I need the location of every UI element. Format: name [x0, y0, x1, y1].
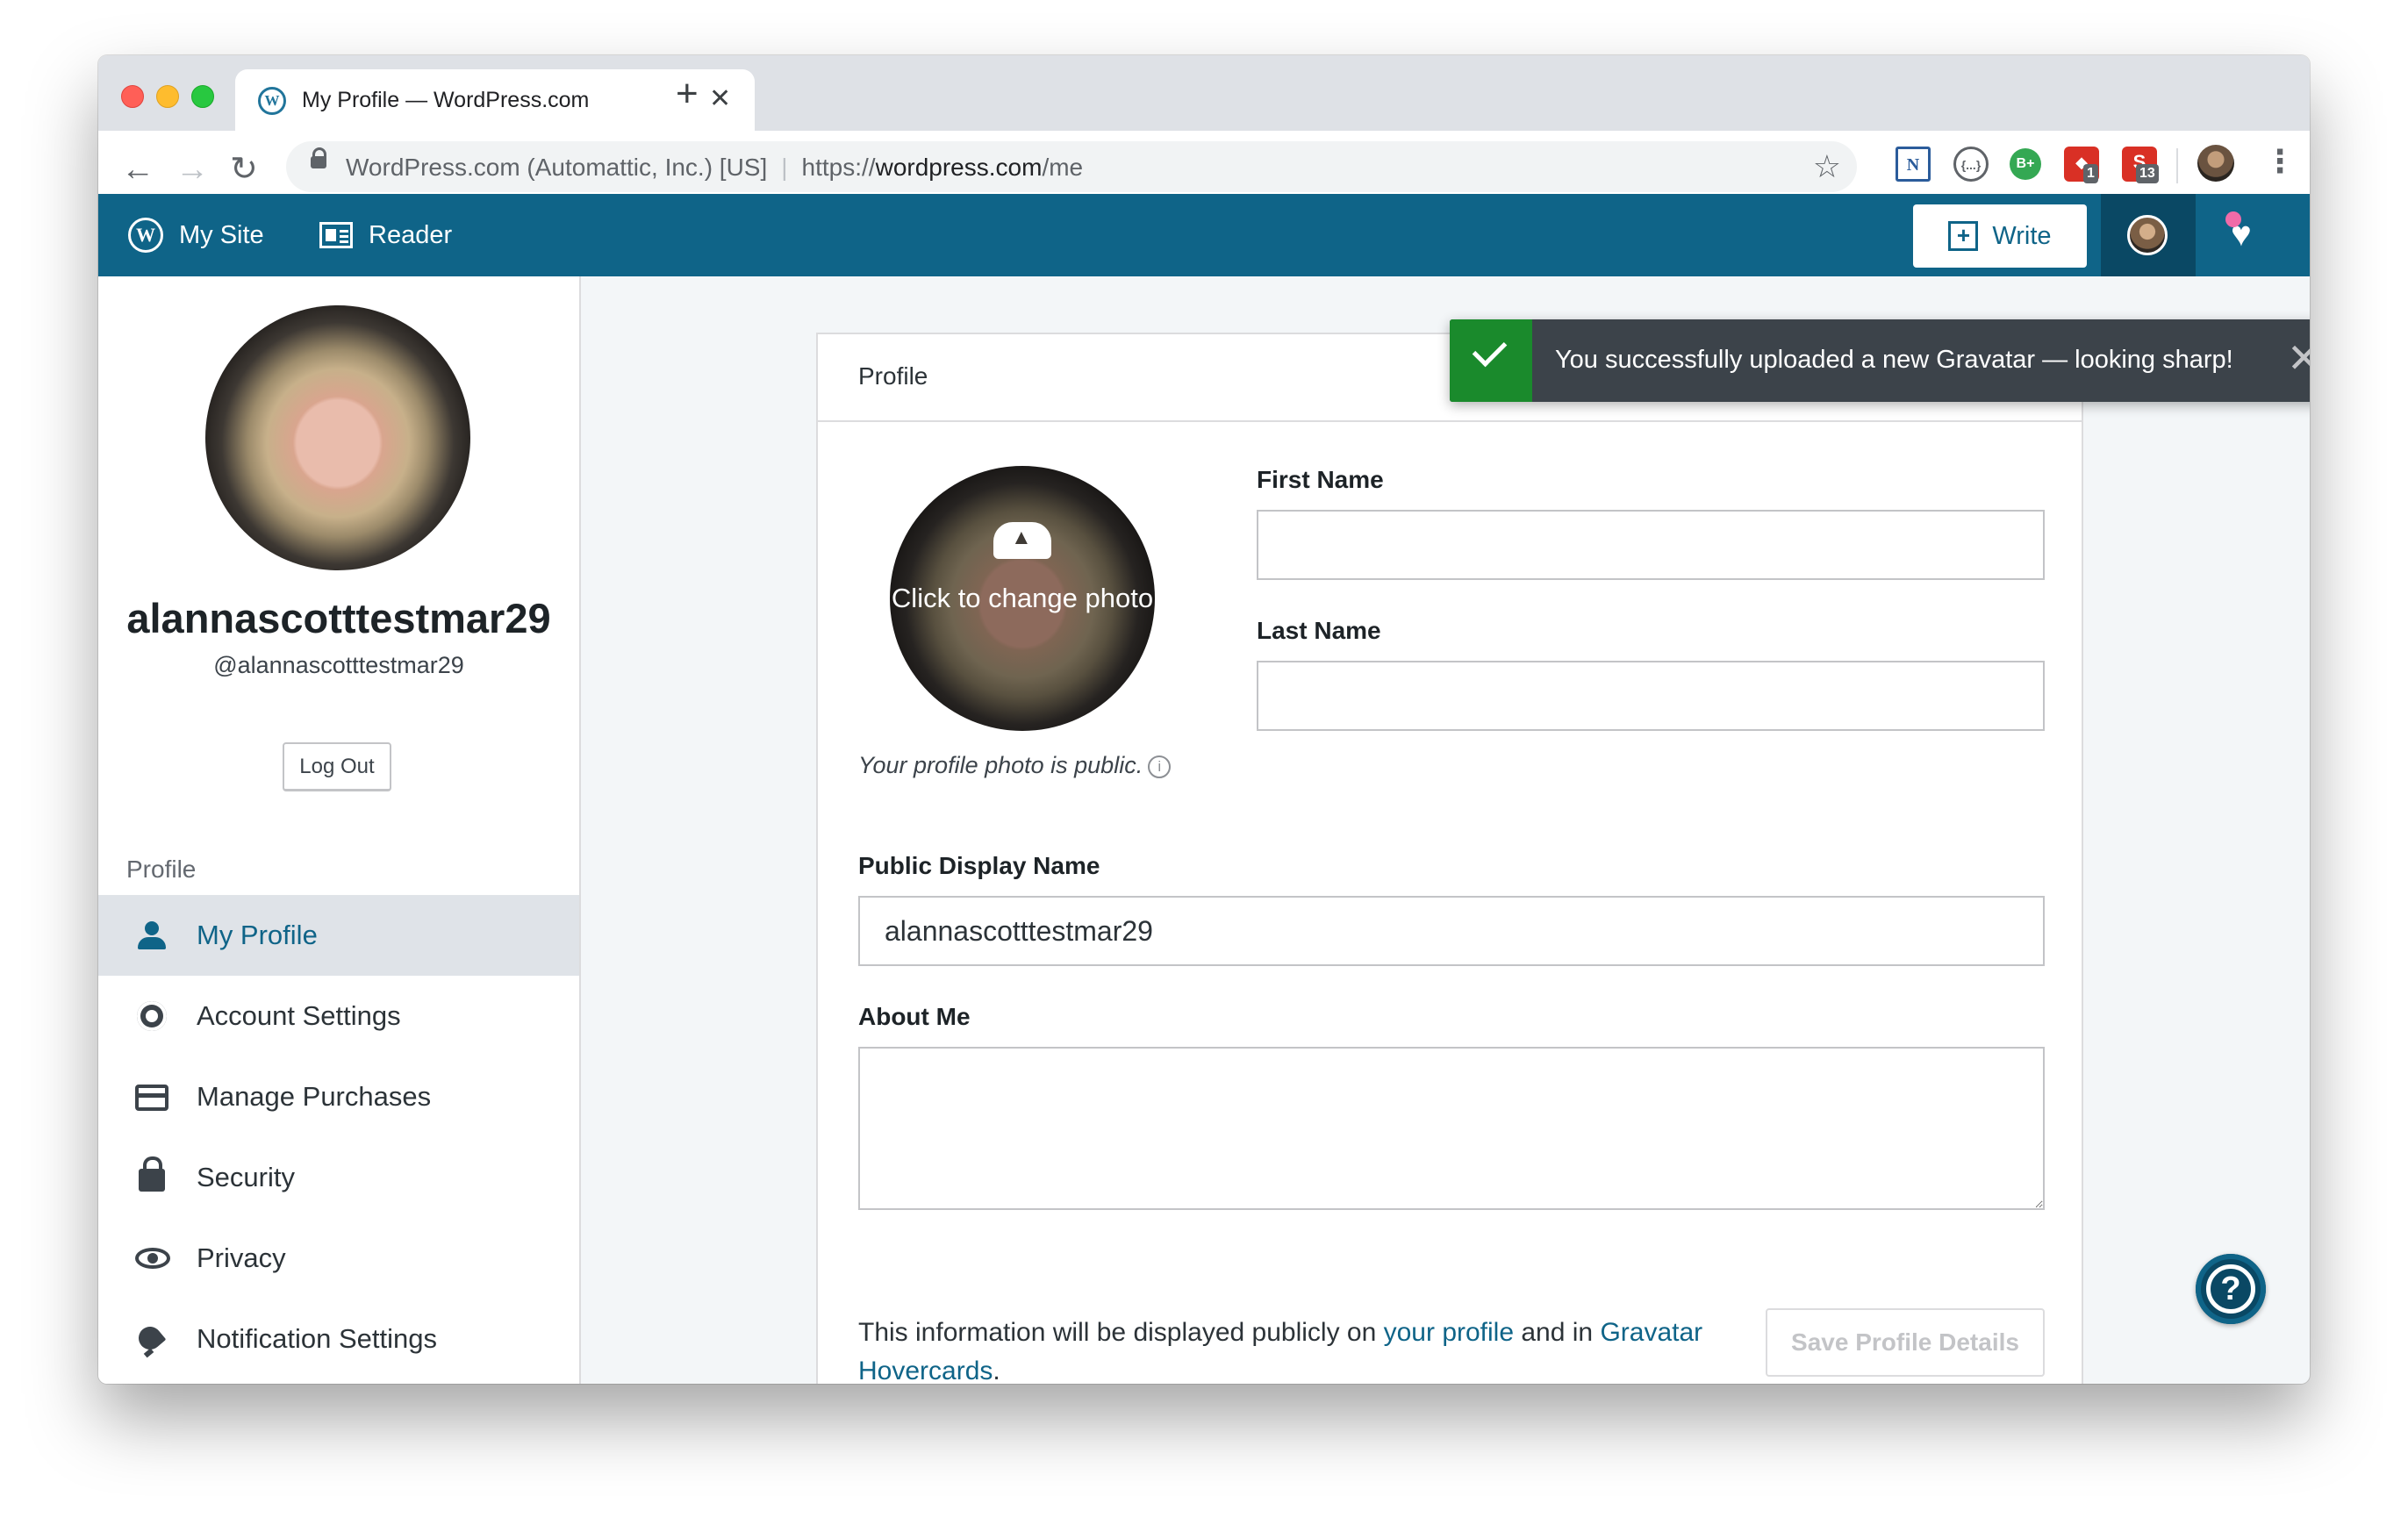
masterbar: W My Site Reader + Write ♥ — [98, 194, 2310, 276]
bookmark-star-icon[interactable]: ☆ — [1813, 148, 1841, 185]
tab-title: My Profile — WordPress.com — [302, 88, 590, 112]
url-scheme: https:// — [801, 154, 876, 181]
notice-close-icon[interactable]: ✕ — [2287, 335, 2310, 381]
lock-icon[interactable] — [311, 147, 326, 168]
log-out-button[interactable]: Log Out — [283, 742, 391, 791]
zoom-window-button[interactable] — [191, 85, 214, 108]
profile-card: Profile Click to change photo Your profi… — [816, 333, 2083, 1384]
tab-strip: W My Profile — WordPress.com ✕ + — [98, 55, 2310, 131]
toolbar-divider — [2176, 148, 2178, 183]
sidebar-item-security[interactable]: Security — [98, 1137, 579, 1218]
sidebar-item-privacy[interactable]: Privacy — [98, 1218, 579, 1299]
back-button[interactable]: ← — [121, 152, 154, 187]
browser-menu-icon[interactable]: ⋮ — [2264, 143, 2296, 180]
first-name-label: First Name — [1257, 466, 1384, 493]
sidebar-item-account-settings[interactable]: Account Settings — [98, 976, 579, 1056]
save-profile-button[interactable]: Save Profile Details — [1766, 1308, 2045, 1377]
profile-avatar — [205, 305, 470, 570]
profile-username: alannascotttestmar29 — [126, 595, 551, 641]
your-profile-link[interactable]: your profile — [1384, 1318, 1514, 1347]
tab-close-icon[interactable]: ✕ — [709, 83, 731, 114]
about-me-field[interactable] — [858, 1047, 2045, 1210]
address-text[interactable]: WordPress.com (Automattic, Inc.) [US] | ht… — [346, 154, 1083, 182]
question-mark-icon: ? — [2206, 1264, 2255, 1314]
sidebar: alannascotttestmar29 @alannascotttestmar… — [98, 276, 581, 1384]
sidebar-item-label: Notification Settings — [197, 1323, 437, 1354]
photo-note-text: Your profile photo is public. — [858, 752, 1143, 778]
notifications-button[interactable]: ♥ — [2225, 211, 2252, 254]
my-site-label: My Site — [179, 220, 264, 249]
about-me-label: About Me — [858, 1003, 971, 1030]
cloud-upload-icon — [993, 522, 1051, 559]
reader-icon — [319, 222, 353, 248]
eye-icon — [135, 1248, 170, 1269]
footer-prefix: This information will be displayed publi… — [858, 1318, 1384, 1347]
lock-icon — [139, 1156, 165, 1192]
change-photo-button[interactable]: Click to change photo — [890, 466, 1155, 731]
avatar — [2127, 215, 2168, 255]
credit-card-icon — [135, 1085, 168, 1111]
footer-suffix: . — [993, 1357, 1000, 1384]
sidebar-item-label: My Profile — [197, 920, 318, 950]
sidebar-item-label: Security — [197, 1162, 295, 1192]
reload-button[interactable]: ↻ — [230, 152, 258, 187]
checkmark-icon — [1472, 332, 1508, 368]
unread-dot — [2225, 211, 2241, 227]
url-path: /me — [1042, 154, 1084, 181]
address-bar[interactable]: WordPress.com (Automattic, Inc.) [US] | ht… — [286, 141, 1857, 192]
extension-s-badge: 13 — [2136, 164, 2159, 183]
bell-icon — [133, 1321, 167, 1355]
browser-window: W My Profile — WordPress.com ✕ + ← → ↻ W… — [98, 55, 2310, 1384]
extension-code-icon[interactable]: {...} — [1953, 147, 1989, 182]
success-notice: You successfully uploaded a new Gravatar… — [1450, 319, 2310, 402]
info-icon[interactable]: i — [1148, 755, 1172, 778]
sidebar-item-label: Manage Purchases — [197, 1081, 432, 1112]
write-button[interactable]: + Write — [1913, 204, 2087, 268]
forward-button[interactable]: → — [176, 152, 209, 187]
new-tab-button[interactable]: + — [676, 75, 699, 113]
person-icon — [135, 921, 168, 951]
notice-status — [1450, 319, 1532, 402]
sidebar-item-label: Account Settings — [197, 1000, 401, 1031]
help-button[interactable]: ? — [2196, 1254, 2266, 1324]
display-name-label: Public Display Name — [858, 852, 1100, 879]
display-name-field[interactable] — [858, 896, 2045, 966]
sidebar-item-manage-purchases[interactable]: Manage Purchases — [98, 1056, 579, 1137]
sidebar-item-my-profile[interactable]: My Profile — [98, 895, 579, 976]
last-name-field[interactable] — [1257, 661, 2045, 731]
extension-n-icon[interactable]: N — [1896, 147, 1931, 182]
write-icon: + — [1948, 221, 1979, 251]
sidebar-section-title: Profile — [126, 856, 197, 883]
profile-handle: @alannascotttestmar29 — [213, 652, 464, 678]
wordpress-logo-icon: W — [128, 218, 163, 253]
reader-label: Reader — [369, 220, 453, 249]
extension-shield-badge: 1 — [2083, 164, 2098, 183]
public-info-note: This information will be displayed publi… — [858, 1314, 1771, 1384]
my-site-link[interactable]: W My Site — [128, 194, 264, 276]
extension-bplus-icon[interactable]: B+ — [2010, 148, 2041, 180]
first-name-field[interactable] — [1257, 510, 2045, 580]
sidebar-item-notification-settings[interactable]: Notification Settings — [98, 1299, 579, 1379]
close-window-button[interactable] — [121, 85, 144, 108]
wordpress-favicon-icon: W — [258, 87, 286, 115]
card-title: Profile — [858, 362, 928, 390]
me-button[interactable] — [2101, 194, 2196, 276]
photo-overlay-text: Click to change photo — [891, 583, 1154, 613]
gear-icon — [132, 989, 167, 1036]
write-label: Write — [1992, 221, 2052, 250]
photo-public-note: Your profile photo is public. i — [858, 752, 1172, 779]
footer-mid: and in — [1514, 1318, 1601, 1347]
site-identity: WordPress.com (Automattic, Inc.) [US] — [346, 154, 768, 181]
browser-profile-avatar[interactable] — [2197, 145, 2234, 182]
reader-link[interactable]: Reader — [319, 194, 452, 276]
notice-text: You successfully uploaded a new Gravatar… — [1555, 346, 2233, 374]
minimize-window-button[interactable] — [156, 85, 179, 108]
last-name-label: Last Name — [1257, 617, 1381, 644]
sidebar-item-label: Privacy — [197, 1242, 286, 1273]
url-host: wordpress.com — [875, 154, 1043, 181]
